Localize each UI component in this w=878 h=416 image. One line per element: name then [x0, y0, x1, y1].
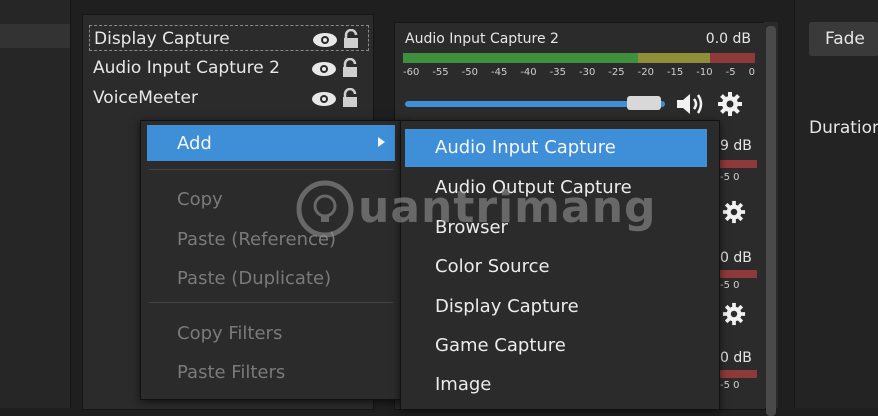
duration-label: Duration [809, 118, 878, 138]
menu-item-label: Paste Filters [177, 362, 286, 383]
meter-ticks: -60 -55 -50 -45 -40 -35 -30 -25 -20 -15 -10 -5 0 [403, 67, 755, 78]
submenu-item-image[interactable]: Image [401, 366, 717, 404]
chevron-right-icon [378, 137, 385, 147]
mixer-db-readout: 0 dB [720, 250, 752, 266]
meter-yellow-segment [638, 53, 710, 63]
menu-item-paste-filters[interactable]: Paste Filters [141, 354, 399, 390]
meter-ticks: -5 0 [720, 280, 740, 291]
eye-icon[interactable] [311, 61, 337, 77]
source-item-audio-input-capture-2[interactable]: Audio Input Capture 2 [89, 55, 369, 81]
meter-red-segment [717, 370, 757, 378]
mixer-db-readout: 0.0 dB [705, 31, 751, 47]
mixer-channel-name: Audio Input Capture 2 [405, 31, 559, 47]
menu-item-paste-duplicate[interactable]: Paste (Duplicate) [141, 260, 399, 296]
source-label: Display Capture [94, 29, 230, 49]
gear-icon[interactable] [717, 91, 743, 117]
menu-divider [149, 169, 393, 170]
menu-item-label: Copy [177, 189, 223, 210]
meter-tick-label: -10 [696, 67, 713, 78]
menu-divider [149, 302, 393, 303]
eye-icon[interactable] [312, 32, 338, 48]
submenu-item-label: Audio Input Capture [435, 137, 616, 158]
menu-item-add[interactable]: Add [147, 125, 395, 161]
submenu-item-label: Audio Output Capture [435, 177, 632, 198]
menu-item-label: Copy Filters [177, 323, 283, 344]
scrollbar-thumb[interactable] [766, 26, 776, 416]
submenu-item-label: Color Source [435, 256, 550, 277]
eye-icon[interactable] [311, 91, 337, 107]
context-menu: Add Copy Paste (Reference) Paste (Duplic… [140, 120, 402, 400]
submenu-item-browser[interactable]: Browser [401, 209, 717, 247]
meter-ticks: -5 0 [720, 172, 740, 183]
mixer-db-readout: 9 dB [720, 138, 752, 154]
menu-item-label: Paste (Duplicate) [177, 268, 332, 289]
submenu-item-label: Display Capture [435, 296, 579, 317]
meter-tick-label: -15 [666, 67, 684, 78]
transitions-panel: Fade Duration [794, 0, 878, 408]
source-item-display-capture[interactable]: Display Capture [89, 25, 369, 51]
submenu-item-audio-output-capture[interactable]: Audio Output Capture [401, 169, 717, 207]
submenu-item-audio-input-capture[interactable]: Audio Input Capture [405, 129, 707, 167]
meter-tick-label: -25 [608, 67, 625, 78]
volume-meter [403, 53, 755, 63]
menu-item-copy[interactable]: Copy [141, 181, 399, 217]
volume-slider[interactable] [405, 101, 665, 107]
meter-red-segment [710, 53, 755, 63]
menu-item-label: Add [177, 133, 212, 154]
volume-slider-handle[interactable] [627, 96, 661, 110]
meter-tick-label: -30 [578, 67, 596, 78]
meter-tick-label: -60 [403, 67, 420, 78]
submenu-item-display-capture[interactable]: Display Capture [401, 288, 717, 326]
submenu-item-game-capture[interactable]: Game Capture [401, 327, 717, 365]
meter-tick-label: -55 [432, 67, 449, 78]
lock-icon[interactable] [342, 29, 360, 49]
menu-item-label: Paste (Reference) [177, 229, 336, 250]
meter-tick-label: -20 [637, 67, 654, 78]
mixer-db-readout: 0 dB [720, 350, 752, 366]
scenes-panel [0, 0, 71, 408]
meter-green-segment [403, 53, 638, 63]
mixer-scrollbar[interactable] [764, 22, 778, 416]
add-source-submenu: Audio Input Capture Audio Output Capture… [400, 120, 720, 410]
menu-item-copy-filters[interactable]: Copy Filters [141, 315, 399, 351]
source-item-voicemeeter[interactable]: VoiceMeeter [89, 85, 369, 111]
gear-icon[interactable] [722, 200, 746, 224]
speaker-icon[interactable] [675, 91, 705, 117]
submenu-item-color-source[interactable]: Color Source [401, 248, 717, 286]
transition-select[interactable]: Fade [809, 22, 878, 56]
meter-red-segment [717, 160, 757, 168]
submenu-item-label: Game Capture [435, 335, 566, 356]
meter-red-segment [717, 270, 757, 278]
meter-ticks: -5 0 [720, 380, 740, 391]
meter-tick-label: 0 [748, 67, 755, 78]
gear-icon[interactable] [722, 302, 746, 326]
lock-icon[interactable] [341, 88, 359, 108]
meter-tick-label: -5 [725, 67, 736, 78]
meter-tick-label: -40 [520, 67, 537, 78]
source-label: Audio Input Capture 2 [93, 58, 280, 78]
meter-tick-label: -50 [461, 67, 478, 78]
scene-item[interactable] [0, 24, 70, 48]
submenu-item-label: Image [435, 374, 492, 395]
meter-tick-label: -35 [549, 67, 566, 78]
meter-tick-label: -45 [490, 67, 508, 78]
menu-item-paste-reference[interactable]: Paste (Reference) [141, 221, 399, 257]
submenu-item-label: Browser [435, 217, 508, 238]
lock-icon[interactable] [341, 58, 359, 78]
source-label: VoiceMeeter [93, 88, 198, 108]
